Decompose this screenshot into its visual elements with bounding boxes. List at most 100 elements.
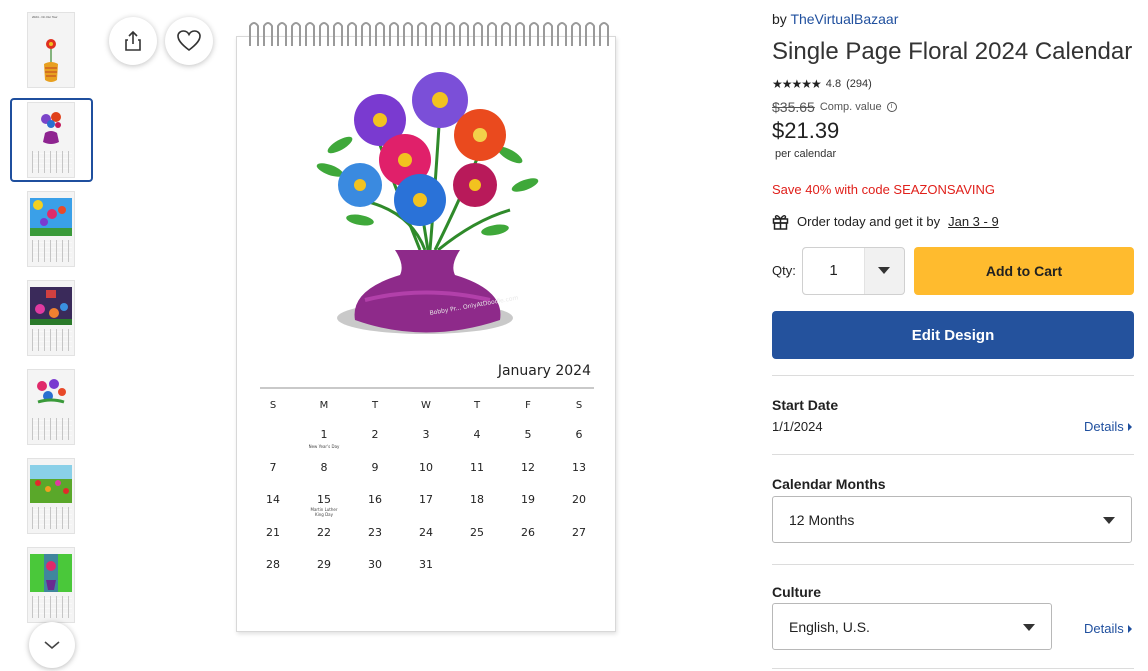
mini-calendar-grid xyxy=(32,329,72,351)
spiral-ring xyxy=(571,22,581,46)
thumbnail-selected-outline xyxy=(10,98,93,182)
calendar-month-rule xyxy=(260,387,594,389)
delivery-dates-link[interactable]: Jan 3 - 9 xyxy=(948,214,999,229)
spiral-ring xyxy=(263,22,273,46)
spiral-ring xyxy=(487,22,497,46)
share-button[interactable] xyxy=(109,17,157,65)
thumbnail-1[interactable]: 2024 - On Our Tow xyxy=(27,12,75,88)
details-label: Details xyxy=(1084,419,1124,434)
add-to-cart-button[interactable]: Add to Cart xyxy=(914,247,1134,295)
potted-flower-art xyxy=(44,39,58,82)
product-title: Single Page Floral 2024 Calendar xyxy=(772,38,1133,65)
quantity-select[interactable]: 1 xyxy=(802,247,905,295)
info-icon[interactable]: i xyxy=(886,102,897,112)
calendar-day: 22 xyxy=(317,526,331,539)
mini-calendar-grid xyxy=(32,418,72,440)
delivery-prefix: Order today and get it by xyxy=(797,214,941,229)
thumbnail-scroll-down-button[interactable] xyxy=(29,622,75,668)
chevron-down-icon xyxy=(878,267,890,274)
edit-design-button[interactable]: Edit Design xyxy=(772,311,1134,359)
calendar-day: 26 xyxy=(521,526,535,539)
holiday-note: New Year's Day xyxy=(308,444,340,449)
rating-stars: ★★★★★ xyxy=(772,77,822,91)
by-label: by xyxy=(772,11,787,27)
calendar-day: 30 xyxy=(368,558,382,571)
spiral-ring xyxy=(515,22,525,46)
calendar-day: 6 xyxy=(575,428,583,441)
gift-icon xyxy=(772,215,789,230)
qty-label: Qty: xyxy=(772,263,796,278)
comp-value-price: $35.65 xyxy=(772,99,815,115)
calendar-day: 8 xyxy=(320,461,328,474)
night-flowers-art xyxy=(30,287,72,325)
seller-line: by TheVirtualBazaar xyxy=(772,11,898,27)
spiral-ring xyxy=(445,22,455,46)
spiral-ring xyxy=(389,22,399,46)
calendar-day: 16 xyxy=(368,493,382,506)
calendar-day: 20 xyxy=(572,493,586,506)
thumbnail-5[interactable] xyxy=(27,369,75,445)
spiral-ring xyxy=(529,22,539,46)
spiral-ring xyxy=(431,22,441,46)
weekday-header: W xyxy=(421,400,431,411)
weekday-header: T xyxy=(371,400,379,411)
culture-details-link[interactable]: Details xyxy=(1084,621,1132,636)
caret-right-icon xyxy=(1127,624,1132,633)
mini-calendar-grid xyxy=(32,507,72,529)
thumbnail-strip: 2024 - On Our Tow xyxy=(0,0,100,671)
calendar-day: 4 xyxy=(473,428,481,441)
comp-value-label: Comp. value xyxy=(819,101,882,113)
delivery-estimate: Order today and get it by Jan 3 - 9 xyxy=(772,213,999,230)
calendar-day: 17 xyxy=(419,493,433,506)
culture-select[interactable]: English, U.S. xyxy=(772,603,1052,650)
green-vase-art xyxy=(30,554,72,592)
start-date-label: Start Date xyxy=(772,397,839,413)
calendar-months-select[interactable]: 12 Months xyxy=(772,496,1132,543)
culture-value: English, U.S. xyxy=(789,619,870,635)
calendar-months-value: 12 Months xyxy=(789,512,855,528)
divider xyxy=(772,564,1134,565)
chevron-down-icon xyxy=(44,641,60,650)
calendar-day: 11 xyxy=(470,461,484,474)
product-rating[interactable]: ★★★★★ 4.8 (294) xyxy=(772,77,872,91)
spiral-ring xyxy=(375,22,385,46)
chevron-down-icon xyxy=(1103,517,1115,524)
flower-vase-artwork: Bobby Pr... OnlyAtDoodle.com xyxy=(316,72,539,334)
thumbnail-7[interactable] xyxy=(27,547,75,623)
seller-link[interactable]: TheVirtualBazaar xyxy=(790,11,898,27)
divider xyxy=(772,668,1134,669)
thumbnail-caption: 2024 - On Our Tow xyxy=(32,15,58,19)
calendar-day: 7 xyxy=(269,461,277,474)
spiral-ring xyxy=(543,22,553,46)
rating-value: 4.8 xyxy=(825,78,842,90)
promo-text: Save 40% with code SEAZONSAVING xyxy=(772,182,996,197)
spiral-ring xyxy=(305,22,315,46)
thumbnail-6[interactable] xyxy=(27,458,75,534)
spiral-ring xyxy=(585,22,595,46)
thumbnail-4[interactable] xyxy=(27,280,75,356)
favorite-button[interactable] xyxy=(165,17,213,65)
weekday-header: M xyxy=(319,400,329,411)
culture-label: Culture xyxy=(772,584,821,600)
caret-right-icon xyxy=(1127,422,1132,431)
mini-calendar-grid xyxy=(32,240,72,262)
price-unit: per calendar xyxy=(775,148,837,160)
calendar-day: 28 xyxy=(266,558,280,571)
calendar-day: 21 xyxy=(266,526,280,539)
calendar-day: 5 xyxy=(524,428,532,441)
calendar-day: 23 xyxy=(368,526,382,539)
calendar-day: 31 xyxy=(419,558,433,571)
quantity-value: 1 xyxy=(803,248,865,294)
thumbnail-3[interactable] xyxy=(27,191,75,267)
holiday-note: King Day xyxy=(315,512,333,517)
spiral-ring xyxy=(319,22,329,46)
spiral-ring xyxy=(403,22,413,46)
chevron-down-icon xyxy=(1023,624,1035,631)
calendar-day: 12 xyxy=(521,461,535,474)
spiral-ring xyxy=(277,22,287,46)
mini-calendar-grid xyxy=(32,596,72,618)
spiral-ring xyxy=(361,22,371,46)
calendar-day: 19 xyxy=(521,493,535,506)
sunny-flowers-art xyxy=(30,198,72,236)
start-date-details-link[interactable]: Details xyxy=(1084,419,1132,434)
